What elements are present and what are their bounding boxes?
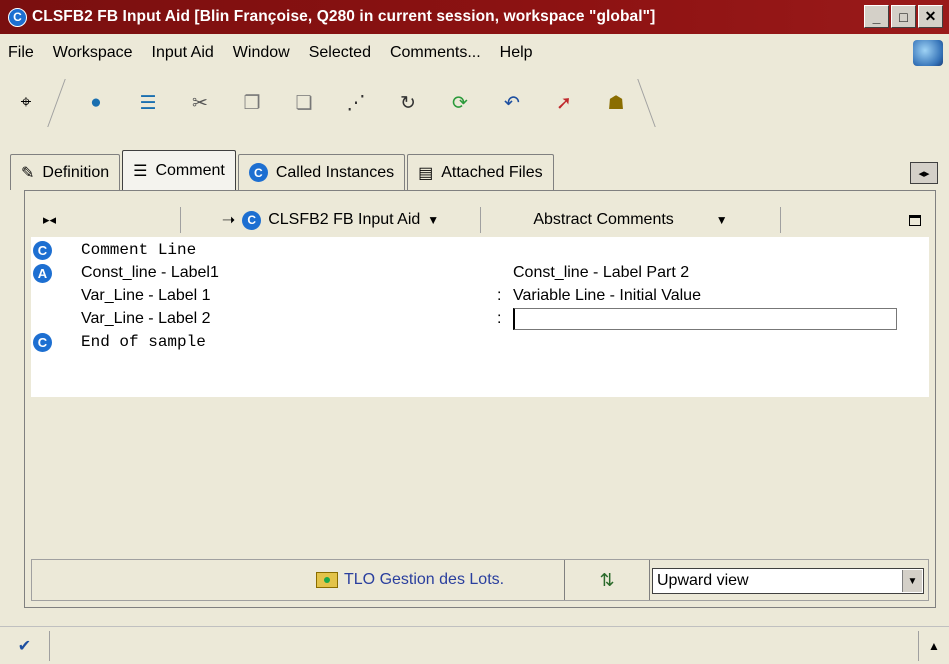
tab-label: Called Instances xyxy=(275,163,395,181)
view-label: Abstract Comments xyxy=(533,211,674,228)
chevron-down-icon[interactable]: ▼ xyxy=(902,570,922,592)
separator-colon: : xyxy=(497,310,502,327)
c-icon: C xyxy=(248,163,268,182)
tab-attached-files[interactable]: ▤ Attached Files xyxy=(407,154,554,190)
file-icon: ▤ xyxy=(418,164,434,182)
tlo-link-label: TLO Gestion des Lots. xyxy=(344,571,505,588)
var-line-value-1: Variable Line - Initial Value xyxy=(513,287,701,304)
menu-bar: File Workspace Input Aid Window Selected… xyxy=(0,34,949,72)
tlo-link[interactable]: TLO Gestion des Lots. xyxy=(316,571,504,589)
comment-panel: ▸◂ ➝ C CLSFB2 FB Input Aid ▼ Abstract Co… xyxy=(24,190,936,608)
maximize-button[interactable]: □ xyxy=(891,5,916,28)
menu-comments[interactable]: Comments... xyxy=(390,44,481,62)
tab-definition[interactable]: ✎ Definition xyxy=(10,154,121,190)
tab-label: Attached Files xyxy=(441,163,543,181)
lines-icon: ☰ xyxy=(133,162,148,180)
toolbar-separator xyxy=(47,79,77,127)
cycle-icon[interactable]: ⟳ xyxy=(448,91,472,115)
maximize-icon xyxy=(909,214,921,226)
var-line-label-1: Var_Line - Label 1 xyxy=(81,287,211,304)
menu-selected[interactable]: Selected xyxy=(309,44,371,62)
const-line-label: Const_line - Label1 xyxy=(81,264,219,281)
checkmark-icon: ✔ xyxy=(0,630,50,661)
panel-footer: TLO Gestion des Lots. ⇅ Upward view ▼ xyxy=(31,559,929,601)
tab-called-instances[interactable]: C Called Instances xyxy=(237,154,406,190)
cut-icon[interactable]: ✂ xyxy=(188,91,212,115)
undo-icon[interactable]: ↶ xyxy=(500,91,524,115)
app-icon: C xyxy=(8,7,27,27)
panel-header: ▸◂ ➝ C CLSFB2 FB Input Aid ▼ Abstract Co… xyxy=(31,204,929,236)
maximize-panel-button[interactable] xyxy=(781,207,929,233)
close-button[interactable]: ✕ xyxy=(918,5,943,28)
tab-bar: ✎ Definition ☰ Comment C Called Instance… xyxy=(10,150,556,190)
tab-comment[interactable]: ☰ Comment xyxy=(122,150,236,190)
a-icon: A xyxy=(33,263,52,283)
list-play-icon[interactable]: ☰ xyxy=(136,91,160,115)
separator-colon: : xyxy=(497,287,502,304)
copy-icon[interactable]: ❐ xyxy=(240,91,264,115)
menu-input-aid[interactable]: Input Aid xyxy=(152,44,214,62)
swap-view-button[interactable]: ⇅ xyxy=(564,560,650,600)
status-text xyxy=(50,630,919,661)
view-selector[interactable]: Abstract Comments ▼ xyxy=(481,207,781,233)
app-logo-icon xyxy=(913,40,943,66)
instance-selector[interactable]: ➝ C CLSFB2 FB Input Aid ▼ xyxy=(181,207,481,233)
status-bar: ✔ ▲ xyxy=(0,626,949,664)
menu-window[interactable]: Window xyxy=(233,44,290,62)
view-direction-value: Upward view xyxy=(657,572,749,589)
collapse-arrows-icon[interactable]: ▸◂ xyxy=(31,207,181,233)
menu-file[interactable]: File xyxy=(8,44,34,62)
c-icon: C xyxy=(33,332,52,352)
end-of-sample-text: End of sample xyxy=(81,333,206,351)
arrow-right-icon: ➝ xyxy=(221,212,236,229)
minimize-button[interactable]: _ xyxy=(864,5,889,28)
edit-icon: ✎ xyxy=(21,164,35,182)
var-line-input[interactable] xyxy=(513,308,897,330)
menu-help[interactable]: Help xyxy=(500,44,533,62)
compare-icon[interactable]: ⋰ xyxy=(344,91,368,115)
toolbar: ⌖ ● ☰ ✂ ❐ ❏ ⋰ ↻ ⟳ ↶ ➚ ☗ xyxy=(0,72,949,134)
c-icon: C xyxy=(242,210,262,230)
user-add-icon[interactable]: ☗ xyxy=(604,91,628,115)
window-controls: _ □ ✕ xyxy=(864,5,943,28)
window-title: CLSFB2 FB Input Aid [Blin Françoise, Q28… xyxy=(32,8,656,25)
const-line-value: Const_line - Label Part 2 xyxy=(513,264,690,281)
swap-icon: ⇅ xyxy=(599,569,615,590)
folder-icon xyxy=(316,572,338,588)
toolbar-separator-end xyxy=(637,79,667,127)
c-icon: C xyxy=(33,240,52,260)
view-direction-select[interactable]: Upward view ▼ xyxy=(652,568,924,594)
refresh-icon[interactable]: ↻ xyxy=(396,91,420,115)
window-titlebar: C CLSFB2 FB Input Aid [Blin Françoise, Q… xyxy=(0,0,949,34)
scroll-up-icon[interactable]: ▲ xyxy=(919,639,949,653)
var-line-label-2: Var_Line - Label 2 xyxy=(81,310,211,327)
tab-label: Comment xyxy=(155,161,225,179)
chevron-down-icon: ▼ xyxy=(715,213,728,227)
arrow-up-right-icon[interactable]: ➚ xyxy=(552,91,576,115)
tab-scroll-arrows-icon[interactable]: ◂▸ xyxy=(910,162,938,184)
menu-workspace[interactable]: Workspace xyxy=(53,44,133,62)
comment-line-text: Comment Line xyxy=(81,241,197,259)
globe-play-icon[interactable]: ● xyxy=(84,91,108,115)
paste-icon[interactable]: ❏ xyxy=(292,91,316,115)
chevron-down-icon: ▼ xyxy=(427,213,440,227)
tab-label: Definition xyxy=(42,163,110,181)
instance-label: CLSFB2 FB Input Aid xyxy=(268,211,421,228)
list-item: C End of sample xyxy=(31,329,929,355)
pin-icon[interactable]: ⌖ xyxy=(14,91,38,115)
comment-content: C Comment Line A Const_line - Label1 Con… xyxy=(31,237,929,397)
